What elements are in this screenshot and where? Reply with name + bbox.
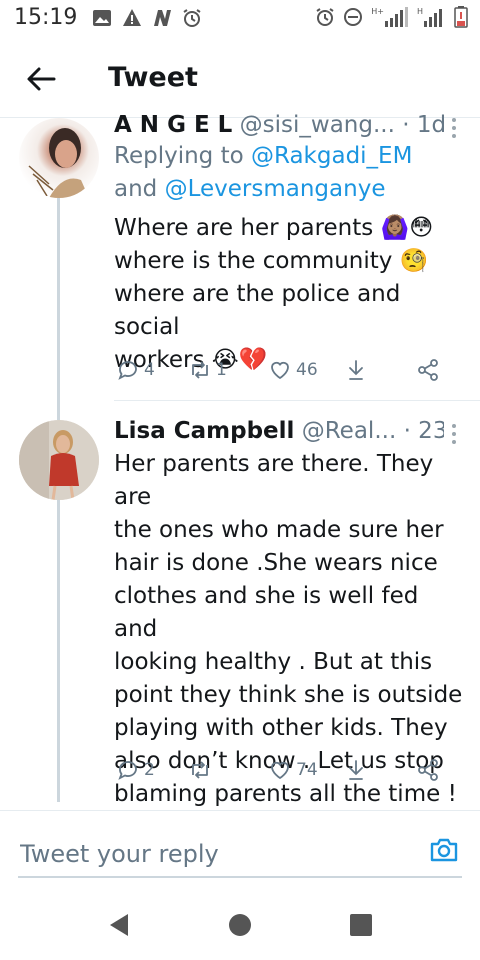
user-handle[interactable]: @sisi_wang... [240, 112, 395, 138]
reply-input[interactable] [18, 836, 422, 872]
like-count: 74 [296, 760, 318, 780]
download-button[interactable] [344, 358, 368, 382]
tweet-actions: 2 74 [114, 758, 454, 788]
nav-recents-icon[interactable] [346, 910, 376, 940]
warning-icon [123, 9, 141, 26]
more-options-icon[interactable] [450, 116, 458, 140]
download-icon [349, 360, 363, 380]
mention-link[interactable]: @Rakgadi_EM [251, 143, 412, 169]
image-icon [93, 10, 111, 26]
n-icon [154, 10, 171, 26]
tweet-text: Her parents are there. They are the ones… [114, 448, 464, 811]
share-icon [418, 359, 438, 381]
download-icon [349, 760, 363, 780]
tweet-card[interactable]: Lisa Campbell @Real... · 23h Her parents… [0, 418, 480, 807]
more-options-icon[interactable] [450, 422, 458, 446]
download-button[interactable] [344, 758, 368, 782]
share-icon [418, 759, 438, 781]
reply-input-underline [18, 876, 462, 878]
tweet-text-line: the ones who made sure her [114, 517, 444, 543]
replying-to: Replying to @Rakgadi_EM and @Leversmanga… [114, 140, 454, 206]
user-name[interactable]: Lisa Campbell [114, 418, 294, 444]
status-time: 15:19 [14, 5, 78, 30]
tweet-text-line: Her parents are there. They are [114, 451, 434, 510]
avatar[interactable] [19, 118, 99, 198]
share-button[interactable] [416, 758, 440, 782]
reply-count: 2 [144, 760, 155, 780]
retweet-count: 1 [216, 360, 227, 380]
status-bar: 15:19 H+ H [0, 0, 480, 36]
heart-icon [271, 361, 289, 380]
alarm-icon [316, 8, 334, 26]
reply-bar-divider [0, 810, 480, 811]
retweet-icon [192, 361, 208, 379]
signal-h-plus-icon: H+ [371, 7, 409, 27]
tweet-text-line: where are the police and social [114, 281, 401, 340]
reply-count: 4 [144, 360, 155, 380]
reply-button[interactable]: 4 [116, 358, 155, 382]
page-title: Tweet [108, 62, 198, 93]
tweet-actions: 4 1 46 [114, 358, 454, 388]
tweet-card[interactable]: A N G E L @sisi_wang... · 1d Replying to… [0, 112, 480, 390]
reply-bar [0, 814, 480, 894]
camera-icon[interactable] [428, 834, 460, 866]
header: Tweet [0, 46, 480, 112]
nav-back-icon[interactable] [104, 910, 134, 940]
tweet-text-line: where is the community 🧐 [114, 248, 429, 274]
dnd-icon [344, 8, 363, 26]
avatar[interactable] [19, 420, 99, 500]
user-name[interactable]: A N G E L [114, 112, 232, 138]
alarm-icon [183, 9, 201, 27]
tweet-divider [114, 400, 480, 401]
tweet-time: · 23h [403, 418, 444, 444]
nav-home-icon[interactable] [225, 910, 255, 940]
retweet-icon [192, 761, 208, 779]
share-button[interactable] [416, 358, 440, 382]
replying-and: and [114, 176, 158, 202]
signal-h-icon: H [417, 7, 446, 27]
signal-h-plus-label: H+ [371, 7, 384, 16]
tweet-text-line: hair is done .She wears nice [114, 550, 438, 576]
reply-button[interactable]: 2 [116, 758, 155, 782]
tweet-text-line: point they think she is outside [114, 682, 463, 708]
tweet-text-line: Where are her parents 🙆🏽‍♀️😳 [114, 215, 434, 241]
like-count: 46 [296, 360, 318, 380]
signal-h-label: H [416, 7, 423, 16]
mention-link[interactable]: @Leversmanganye [165, 176, 386, 202]
reply-icon [118, 761, 137, 780]
user-handle[interactable]: @Real... [302, 418, 397, 444]
like-button[interactable]: 46 [268, 358, 318, 382]
retweet-button[interactable]: 1 [188, 358, 227, 382]
replying-prefix: Replying to [114, 143, 244, 169]
retweet-button[interactable] [188, 758, 216, 782]
tweet-text-line: looking healthy . But at this [114, 649, 433, 675]
battery-low-icon [454, 6, 468, 28]
system-nav-bar [0, 890, 480, 960]
tweet-text-line: playing with other kids. They [114, 715, 448, 741]
back-arrow-icon[interactable] [24, 62, 58, 96]
like-button[interactable]: 74 [268, 758, 318, 782]
reply-icon [118, 361, 137, 380]
heart-icon [271, 761, 289, 780]
tweet-text: Where are her parents 🙆🏽‍♀️😳 where is th… [114, 212, 464, 377]
tweet-time: · 1d [402, 112, 444, 138]
tweet-text-line: clothes and she is well fed and [114, 583, 419, 642]
